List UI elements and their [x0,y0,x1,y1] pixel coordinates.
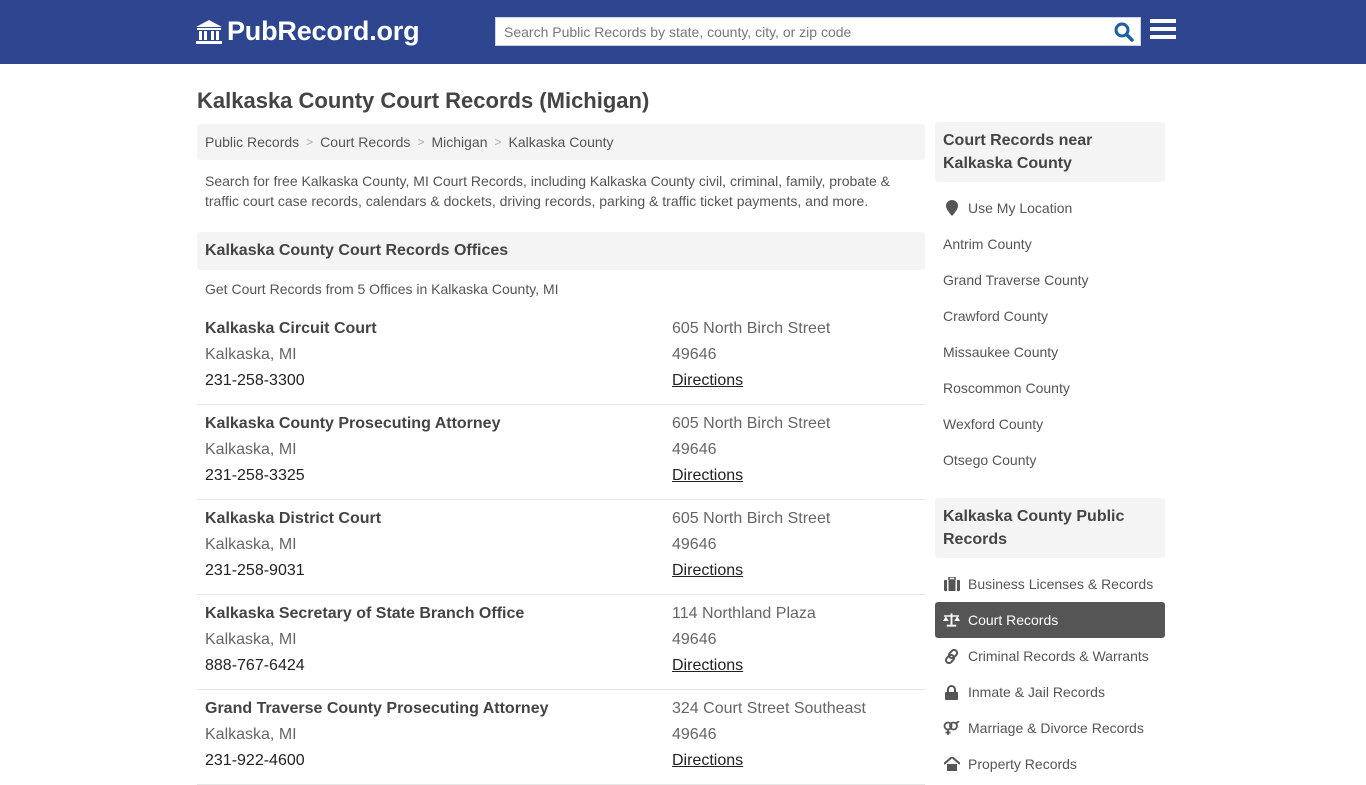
use-my-location-button[interactable]: Use My Location [935,190,1165,226]
office-item: Kalkaska Circuit Court Kalkaska, MI 231-… [197,310,925,405]
sidebar-item-label: Property Records [968,756,1077,772]
office-street: 605 North Birch Street [672,320,831,337]
site-logo[interactable]: PubRecord.org [195,16,420,47]
offices-heading: Kalkaska County Court Records Offices [197,232,925,270]
sidebar-item-label: Business Licenses & Records [968,576,1154,592]
office-phone[interactable]: 231-258-3300 [205,372,305,390]
house-icon [943,756,960,772]
public-records-list: Business Licenses & Records Court Record… [935,566,1165,782]
gender-icon [943,720,960,736]
public-records-heading: Kalkaska County Public Records [935,498,1165,558]
logo-text: PubRecord.org [227,16,420,46]
page-title: Kalkaska County Court Records (Michigan) [197,88,650,113]
sidebar-item-criminal-records[interactable]: Criminal Records & Warrants [935,638,1165,674]
office-item: Grand Traverse County Prosecuting Attorn… [197,690,925,785]
office-name[interactable]: Kalkaska Circuit Court [205,320,377,338]
office-city: Kalkaska, MI [205,631,297,648]
office-item: Kalkaska Secretary of State Branch Offic… [197,595,925,690]
office-street: 605 North Birch Street [672,415,831,432]
office-phone[interactable]: 888-767-6424 [205,657,305,675]
sidebar: Court Records near Kalkaska County Use M… [935,122,1165,782]
office-name[interactable]: Kalkaska District Court [205,510,381,528]
nearby-county-link[interactable]: Otsego County [935,442,1165,478]
office-zip: 49646 [672,726,717,743]
search-box [495,17,1141,46]
office-phone[interactable]: 231-922-4600 [205,752,305,770]
sidebar-item-property-records[interactable]: Property Records [935,746,1165,782]
use-my-location-label: Use My Location [968,200,1073,216]
nearby-county-link[interactable]: Antrim County [935,226,1165,262]
search-input[interactable] [496,18,1106,45]
link-icon [943,648,960,664]
breadcrumb-separator: > [494,135,502,149]
sidebar-item-label: Criminal Records & Warrants [968,648,1149,664]
office-name[interactable]: Kalkaska Secretary of State Branch Offic… [205,605,524,623]
site-header: PubRecord.org [0,0,1366,64]
office-phone[interactable]: 231-258-3325 [205,467,305,485]
office-street: 114 Northland Plaza [672,605,816,622]
sidebar-item-court-records[interactable]: Court Records [935,602,1165,638]
nearby-county-link[interactable]: Roscommon County [935,370,1165,406]
office-street: 324 Court Street Southeast [672,700,866,717]
office-street: 605 North Birch Street [672,510,831,527]
offices-list: Kalkaska Circuit Court Kalkaska, MI 231-… [197,310,925,785]
office-city: Kalkaska, MI [205,726,297,743]
nearby-county-link[interactable]: Wexford County [935,406,1165,442]
offices-subheading: Get Court Records from 5 Offices in Kalk… [205,281,559,297]
office-phone[interactable]: 231-258-9031 [205,562,305,580]
sidebar-item-label: Court Records [968,612,1059,628]
nearby-county-link[interactable]: Missaukee County [935,334,1165,370]
hamburger-icon-bar [1150,27,1176,31]
breadcrumb-public-records[interactable]: Public Records [205,134,299,150]
office-item: Kalkaska County Prosecuting Attorney Kal… [197,405,925,500]
office-name[interactable]: Kalkaska County Prosecuting Attorney [205,415,500,433]
office-zip: 49646 [672,346,717,363]
sidebar-item-label: Marriage & Divorce Records [968,720,1144,736]
office-city: Kalkaska, MI [205,536,297,553]
intro-text: Search for free Kalkaska County, MI Cour… [205,173,890,209]
breadcrumb-michigan[interactable]: Michigan [431,134,487,150]
sidebar-item-label: Inmate & Jail Records [968,684,1105,700]
directions-link[interactable]: Directions [672,467,743,485]
map-marker-icon [943,200,960,216]
breadcrumb-kalkaska-county[interactable]: Kalkaska County [509,134,614,150]
nearby-county-link[interactable]: Grand Traverse County [935,262,1165,298]
office-city: Kalkaska, MI [205,346,297,363]
sidebar-item-business-licenses[interactable]: Business Licenses & Records [935,566,1165,602]
nearby-list: Use My Location Antrim County Grand Trav… [935,190,1165,478]
courthouse-icon [196,19,222,44]
sidebar-item-inmate-records[interactable]: Inmate & Jail Records [935,674,1165,710]
menu-button[interactable] [1150,19,1176,43]
hamburger-icon-bar [1150,35,1176,39]
directions-link[interactable]: Directions [672,372,743,390]
nearby-heading: Court Records near Kalkaska County [935,122,1165,182]
search-button[interactable] [1112,21,1136,43]
office-name[interactable]: Grand Traverse County Prosecuting Attorn… [205,700,548,718]
lock-icon [943,684,960,700]
office-zip: 49646 [672,441,717,458]
nearby-county-link[interactable]: Crawford County [935,298,1165,334]
breadcrumb-court-records[interactable]: Court Records [320,134,410,150]
hamburger-icon-bar [1150,19,1176,23]
directions-link[interactable]: Directions [672,752,743,770]
directions-link[interactable]: Directions [672,562,743,580]
office-city: Kalkaska, MI [205,441,297,458]
scales-icon [943,612,960,628]
breadcrumb-separator: > [306,135,314,149]
sidebar-item-marriage-divorce[interactable]: Marriage & Divorce Records [935,710,1165,746]
office-zip: 49646 [672,631,717,648]
breadcrumb: Public Records > Court Records > Michiga… [197,124,925,160]
search-icon [1114,22,1134,42]
breadcrumb-separator: > [417,135,425,149]
directions-link[interactable]: Directions [672,657,743,675]
briefcase-icon [943,576,960,592]
office-zip: 49646 [672,536,717,553]
office-item: Kalkaska District Court Kalkaska, MI 231… [197,500,925,595]
